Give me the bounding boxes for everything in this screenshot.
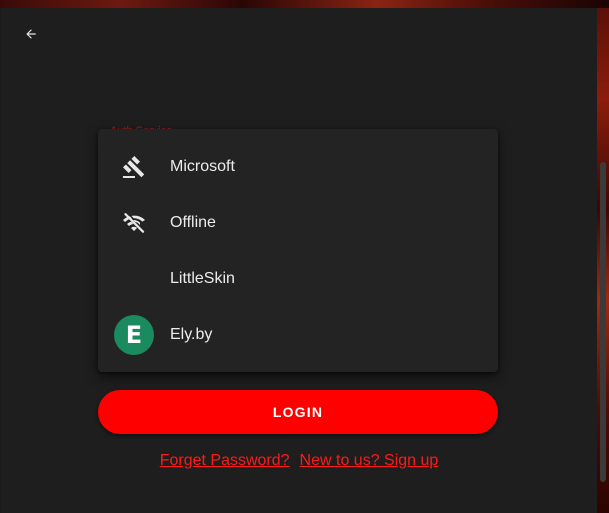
menu-item-label: Microsoft <box>170 158 235 175</box>
littleskin-icon-placeholder <box>114 259 154 299</box>
gavel-icon <box>114 147 154 187</box>
menu-item-label: Ely.by <box>170 326 213 343</box>
desktop-background-strip <box>0 0 609 8</box>
menu-item-microsoft[interactable]: Microsoft <box>98 139 498 195</box>
menu-item-littleskin[interactable]: LittleSkin <box>98 251 498 307</box>
menu-item-offline[interactable]: Offline <box>98 195 498 251</box>
scrollbar[interactable] <box>600 162 606 482</box>
elyby-logo-slot: E <box>114 315 154 355</box>
elyby-logo-icon: E <box>114 315 154 355</box>
login-button[interactable]: LOGIN <box>98 390 498 434</box>
menu-item-elyby[interactable]: E Ely.by <box>98 307 498 363</box>
account-links: Forget Password? New to us? Sign up <box>1 452 597 470</box>
sign-up-link[interactable]: New to us? Sign up <box>300 452 439 469</box>
auth-service-menu: Microsoft Offline LittleSkin E Ely.by <box>98 129 498 372</box>
menu-item-label: LittleSkin <box>170 270 235 287</box>
login-window: Auth Service Microsoft Offline LittleSki… <box>1 8 597 513</box>
back-button[interactable] <box>19 22 43 46</box>
forget-password-link[interactable]: Forget Password? <box>160 452 290 469</box>
menu-item-label: Offline <box>170 214 216 231</box>
arrow-left-icon <box>26 29 36 39</box>
wifi-off-icon <box>114 203 154 243</box>
